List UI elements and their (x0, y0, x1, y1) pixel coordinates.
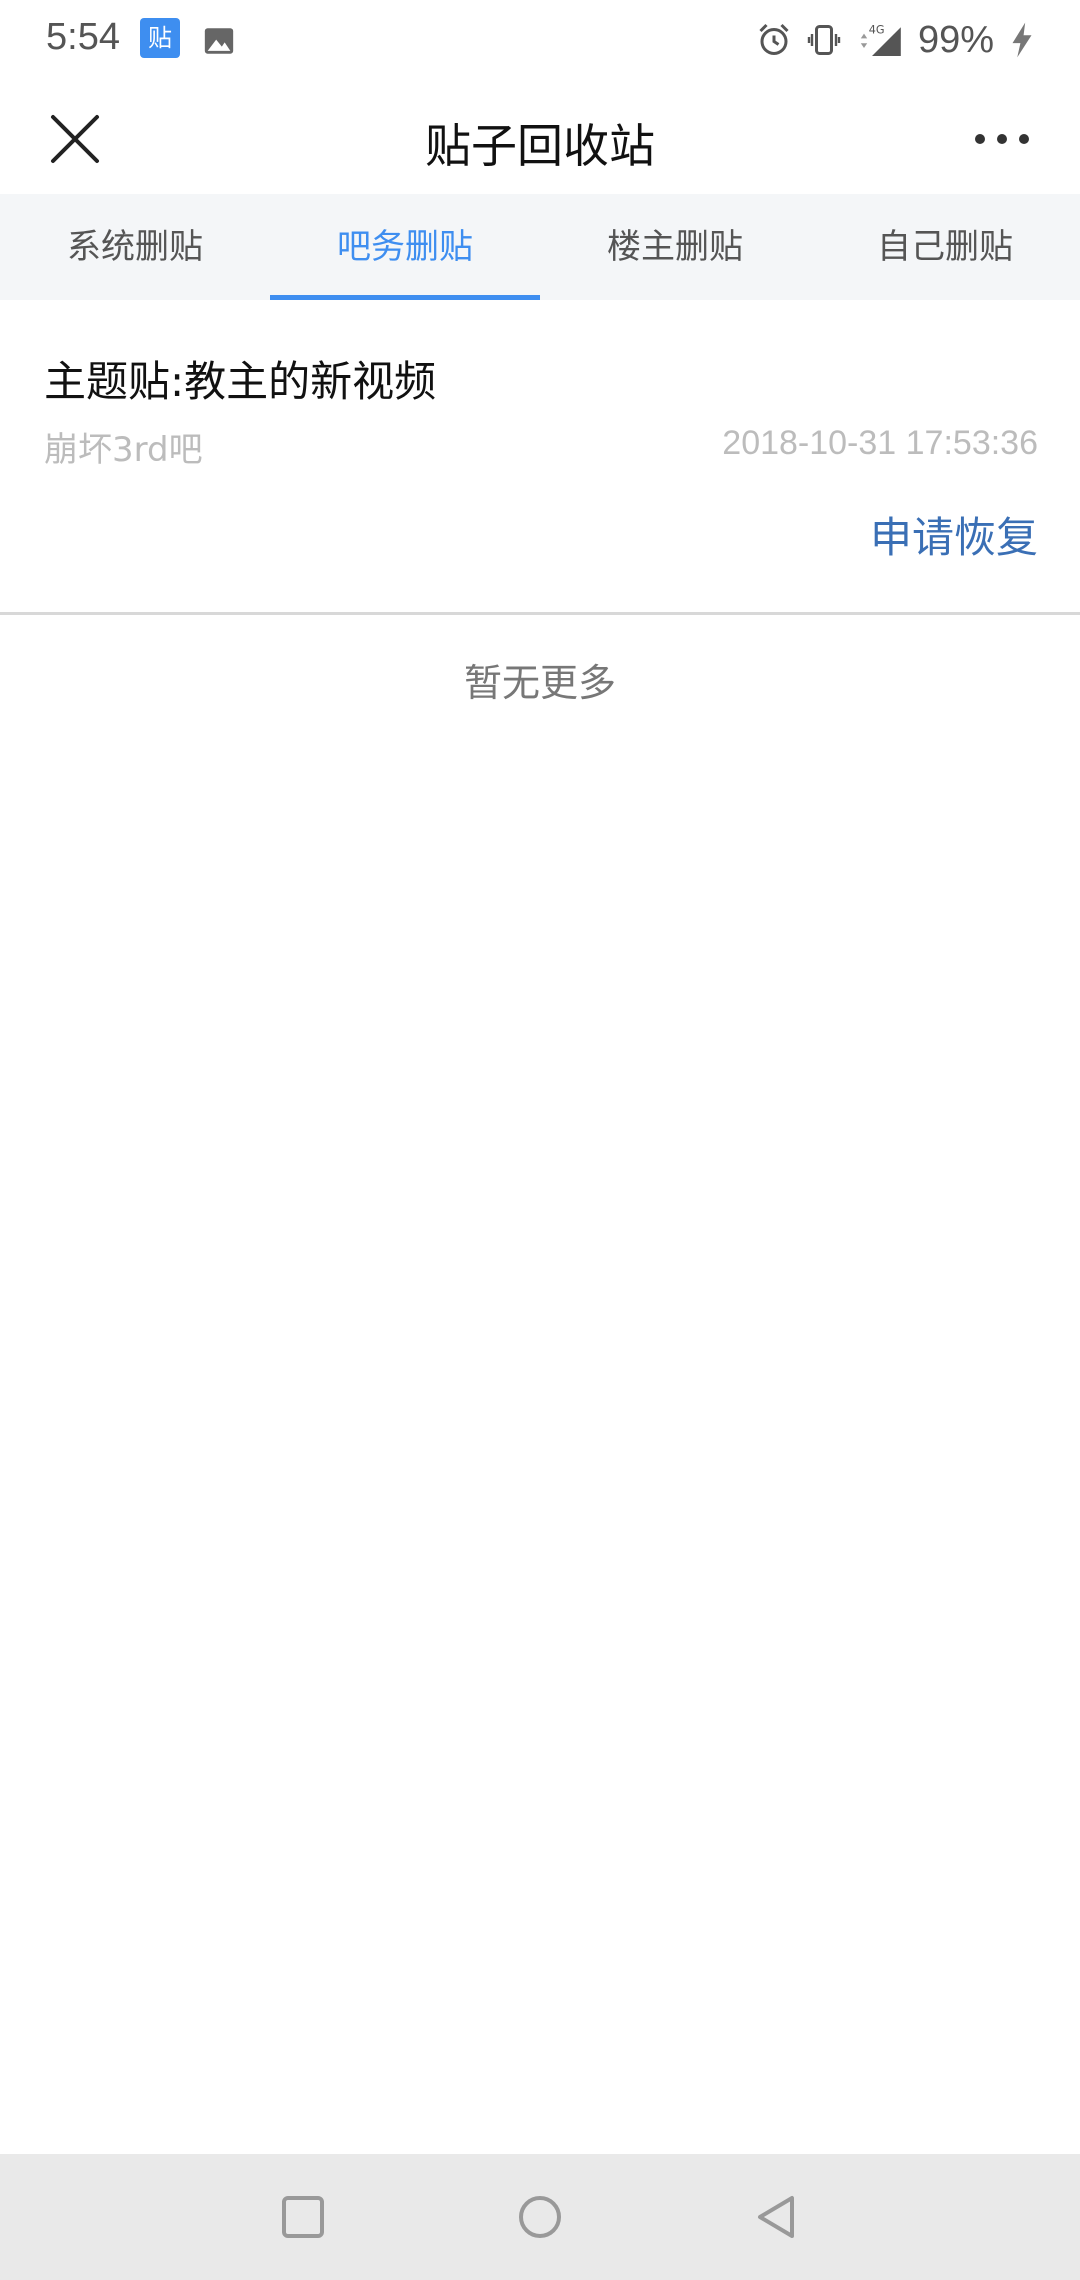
home-icon[interactable] (515, 2192, 565, 2242)
tab-owner-deleted[interactable]: 楼主删贴 (540, 194, 810, 300)
back-icon[interactable] (752, 2192, 802, 2242)
post-title: 主题贴:教主的新视频 (44, 357, 437, 406)
page-title: 贴子回收站 (425, 119, 655, 173)
tab-system-deleted[interactable]: 系统删贴 (0, 194, 270, 300)
tab-label: 自己删贴 (877, 227, 1013, 267)
tieba-app-icon: 贴 (140, 18, 180, 58)
alarm-icon (759, 23, 789, 55)
recents-icon[interactable] (278, 2192, 328, 2242)
tab-bar: 系统删贴 吧务删贴 楼主删贴 自己删贴 (0, 194, 1080, 300)
status-indicators: 4G 99% (756, 14, 1036, 66)
tab-moderator-deleted[interactable]: 吧务删贴 (270, 194, 540, 300)
post-forum[interactable]: 崩坏3rd吧 (44, 422, 203, 471)
more-icon[interactable] (974, 132, 1030, 146)
navigation-bar (0, 2154, 1080, 2280)
request-restore-button[interactable]: 申请恢复 (870, 504, 1038, 565)
signal-icon: 4G (860, 24, 901, 56)
gallery-icon (204, 28, 234, 54)
tab-label: 系统删贴 (67, 227, 203, 267)
vibrate-icon (807, 25, 841, 55)
divider (0, 612, 1080, 615)
network-label: 4G (869, 24, 885, 37)
title-bar: 贴子回收站 (0, 80, 1080, 194)
status-time: 5:54 (46, 16, 120, 58)
tab-self-deleted[interactable]: 自己删贴 (810, 194, 1080, 300)
tab-label: 楼主删贴 (607, 227, 743, 267)
tab-label: 吧务删贴 (337, 227, 473, 267)
post-timestamp: 2018-10-31 17:53:36 (722, 424, 1038, 462)
list-item[interactable]: 主题贴:教主的新视频 崩坏3rd吧 2018-10-31 17:53:36 申请… (0, 300, 1080, 612)
charging-icon (1012, 22, 1032, 58)
status-bar: 5:54 贴 4G 99% (0, 0, 1080, 80)
battery-level: 99% (917, 18, 994, 61)
list-end-text: 暂无更多 (463, 661, 616, 705)
